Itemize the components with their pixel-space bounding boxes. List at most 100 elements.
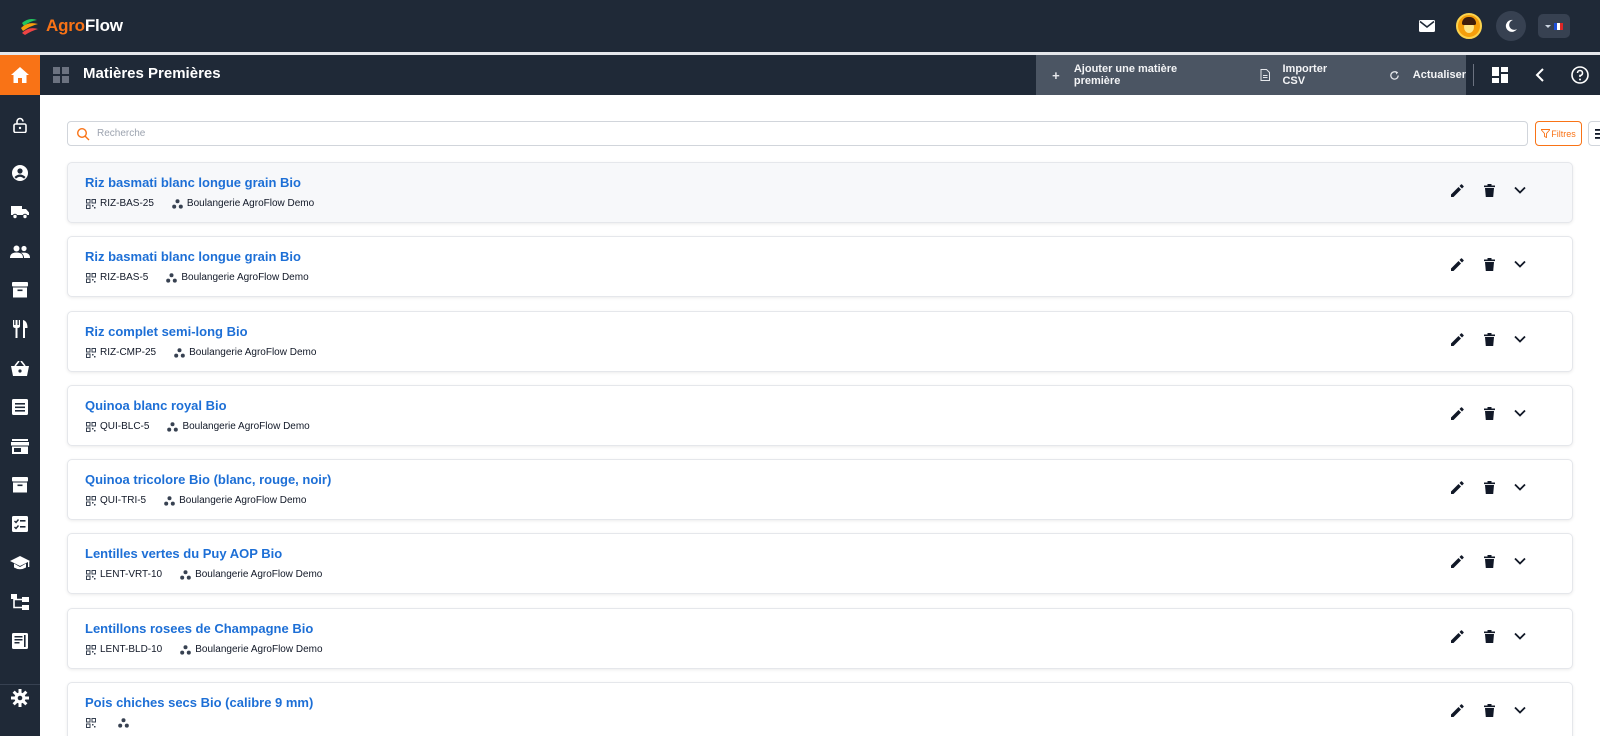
chevron-down-icon[interactable] xyxy=(1512,405,1528,421)
item-name-link[interactable]: Pois chiches secs Bio (calibre 9 mm) xyxy=(85,695,313,710)
delete-icon[interactable] xyxy=(1481,182,1497,198)
import-csv-label: Importer CSV xyxy=(1282,63,1328,87)
add-raw-material-button[interactable]: + Ajouter une matière première xyxy=(1050,55,1225,95)
search-input[interactable] xyxy=(97,128,1497,139)
refresh-button[interactable]: Actualiser xyxy=(1389,55,1466,95)
header-actions: + Ajouter une matière première Importer … xyxy=(1036,55,1466,95)
user-avatar[interactable] xyxy=(1456,13,1482,39)
item-name-link[interactable]: Lentilles vertes du Puy AOP Bio xyxy=(85,546,282,561)
list-item[interactable]: Lentillons rosees de Champagne Bio LENT-B… xyxy=(67,608,1573,669)
organization-icon xyxy=(118,718,129,728)
settings-icon[interactable] xyxy=(10,688,30,708)
edit-icon[interactable] xyxy=(1449,702,1465,718)
checklist-icon[interactable] xyxy=(10,514,30,534)
qr-code-icon xyxy=(86,347,96,358)
chevron-down-icon[interactable] xyxy=(1512,256,1528,272)
list-icon[interactable] xyxy=(10,397,30,417)
edit-icon[interactable] xyxy=(1449,405,1465,421)
delete-icon[interactable] xyxy=(1481,479,1497,495)
search-bar xyxy=(67,121,1528,146)
list-item[interactable]: Riz basmati blanc longue grain Bio RIZ-BA… xyxy=(67,236,1573,297)
item-meta: QUI-TRI-5 Boulangerie AgroFlow Demo xyxy=(86,495,306,506)
item-code: QUI-TRI-5 xyxy=(100,495,147,506)
delete-icon[interactable] xyxy=(1481,256,1497,272)
account-icon[interactable] xyxy=(10,163,30,183)
organization-icon xyxy=(167,421,179,432)
edit-icon[interactable] xyxy=(1449,182,1465,198)
organization-icon xyxy=(164,495,175,506)
chevron-left-icon[interactable] xyxy=(1530,65,1550,85)
qr-code-icon xyxy=(86,718,96,728)
inventory-icon[interactable] xyxy=(10,475,30,495)
dashboard-icon[interactable] xyxy=(1490,65,1510,85)
filters-button[interactable]: Filtres xyxy=(1535,121,1582,146)
flag-fr-icon xyxy=(1553,22,1564,30)
chevron-down-icon xyxy=(1544,24,1551,28)
help-icon[interactable] xyxy=(1570,65,1590,85)
store-icon[interactable] xyxy=(10,436,30,456)
lock-icon[interactable] xyxy=(10,115,30,135)
list-item[interactable]: Pois chiches secs Bio (calibre 9 mm) xyxy=(67,682,1573,736)
plus-icon: + xyxy=(1052,67,1060,83)
app-logo[interactable]: AgroFlow xyxy=(18,15,123,37)
search-icon xyxy=(76,127,90,140)
item-name-link[interactable]: Quinoa blanc royal Bio xyxy=(85,398,227,413)
moon-icon xyxy=(1505,19,1517,32)
people-icon[interactable] xyxy=(10,241,30,261)
organization-icon xyxy=(180,644,192,655)
chevron-down-icon[interactable] xyxy=(1512,182,1528,198)
edit-icon[interactable] xyxy=(1449,553,1465,569)
theme-toggle-button[interactable] xyxy=(1496,11,1526,41)
list-item[interactable]: Quinoa tricolore Bio (blanc, rouge, noir… xyxy=(67,459,1573,520)
edit-icon[interactable] xyxy=(1449,256,1465,272)
basket-icon[interactable] xyxy=(10,358,30,378)
home-button[interactable] xyxy=(0,55,40,95)
sidebar xyxy=(0,95,40,736)
app-name: AgroFlow xyxy=(46,16,123,36)
delete-icon[interactable] xyxy=(1481,628,1497,644)
item-name-link[interactable]: Quinoa tricolore Bio (blanc, rouge, noir… xyxy=(85,472,331,487)
edit-icon[interactable] xyxy=(1449,479,1465,495)
delete-icon[interactable] xyxy=(1481,331,1497,347)
list-item[interactable]: Riz basmati blanc longue grain Bio RIZ-BA… xyxy=(67,162,1573,223)
mail-icon[interactable] xyxy=(1416,15,1438,37)
item-organization: Boulangerie AgroFlow Demo xyxy=(186,198,315,209)
chevron-down-icon[interactable] xyxy=(1512,331,1528,347)
list-view-menu-button[interactable] xyxy=(1588,121,1600,146)
item-name-link[interactable]: Riz basmati blanc longue grain Bio xyxy=(85,249,301,264)
delete-icon[interactable] xyxy=(1481,405,1497,421)
refresh-icon xyxy=(1389,69,1401,81)
app-name-part2: Flow xyxy=(84,16,123,35)
item-name-link[interactable]: Lentillons rosees de Champagne Bio xyxy=(85,621,313,636)
item-organization: Boulangerie AgroFlow Demo xyxy=(181,272,309,283)
edit-icon[interactable] xyxy=(1449,331,1465,347)
sidebar-divider xyxy=(0,684,40,685)
restaurant-icon[interactable] xyxy=(10,319,30,339)
item-name-link[interactable]: Riz basmati blanc longue grain Bio xyxy=(85,175,301,190)
chevron-down-icon[interactable] xyxy=(1512,553,1528,569)
chevron-down-icon[interactable] xyxy=(1512,702,1528,718)
delete-icon[interactable] xyxy=(1481,702,1497,718)
book-icon[interactable] xyxy=(10,631,30,651)
language-selector[interactable] xyxy=(1538,14,1570,38)
add-raw-material-label: Ajouter une matière première xyxy=(1073,63,1178,87)
list-item[interactable]: Quinoa blanc royal Bio QUI-BLC-5 Boulanger… xyxy=(67,385,1573,446)
school-icon[interactable] xyxy=(10,553,30,573)
item-code: LENT-VRT-10 xyxy=(100,569,163,580)
chevron-down-icon[interactable] xyxy=(1512,628,1528,644)
qr-code-icon xyxy=(86,272,96,283)
import-csv-button[interactable]: Importer CSV xyxy=(1259,55,1352,95)
hierarchy-icon[interactable] xyxy=(10,592,30,612)
item-meta: QUI-BLC-5 Boulangerie AgroFlow Demo xyxy=(86,421,310,432)
item-meta: RIZ-CMP-25 Boulangerie AgroFlow Demo xyxy=(86,347,316,358)
list-item[interactable]: Riz complet semi-long Bio RIZ-CMP-25 Boula… xyxy=(67,311,1573,372)
chevron-down-icon[interactable] xyxy=(1512,479,1528,495)
top-bar: AgroFlow xyxy=(0,0,1600,52)
truck-icon[interactable] xyxy=(10,202,30,222)
delete-icon[interactable] xyxy=(1481,553,1497,569)
list-item[interactable]: Lentilles vertes du Puy AOP Bio LENT-VRT-… xyxy=(67,533,1573,594)
item-name-link[interactable]: Riz complet semi-long Bio xyxy=(85,324,248,339)
edit-icon[interactable] xyxy=(1449,628,1465,644)
archive-icon[interactable] xyxy=(10,280,30,300)
item-organization: Boulangerie AgroFlow Demo xyxy=(195,569,323,580)
